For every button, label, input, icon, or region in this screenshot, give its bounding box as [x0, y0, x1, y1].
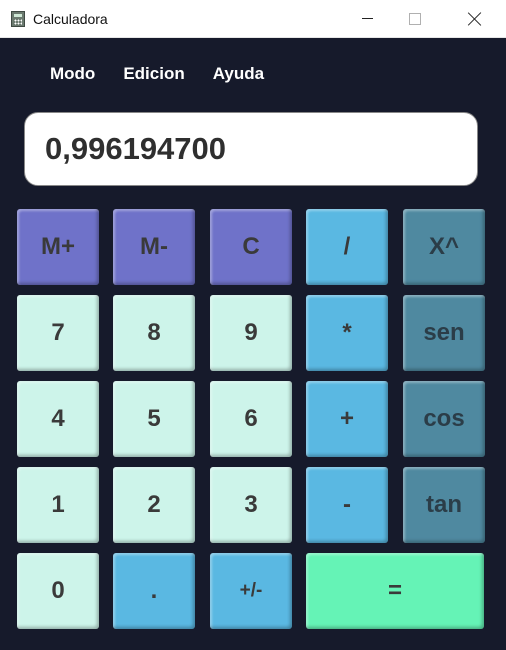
digit-3-button[interactable]: 3	[210, 467, 292, 543]
title-bar: Calculadora	[0, 0, 506, 38]
menu-bar: Modo Edicion Ayuda	[50, 64, 264, 84]
display-value: 0,996194700	[45, 131, 227, 166]
memory-subtract-button[interactable]: M-	[113, 209, 195, 285]
digit-1-button[interactable]: 1	[17, 467, 99, 543]
digit-0-button[interactable]: 0	[17, 553, 99, 629]
digit-5-button[interactable]: 5	[113, 381, 195, 457]
digit-7-button[interactable]: 7	[17, 295, 99, 371]
digit-6-button[interactable]: 6	[210, 381, 292, 457]
calculator-window: Calculadora Modo Edicion Ayuda 0,9961947…	[0, 0, 506, 650]
close-icon	[468, 12, 482, 26]
window-title: Calculadora	[33, 11, 108, 27]
digit-9-button[interactable]: 9	[210, 295, 292, 371]
power-button[interactable]: X^	[403, 209, 485, 285]
sign-toggle-button[interactable]: +/-	[210, 553, 292, 629]
tangent-button[interactable]: tan	[403, 467, 485, 543]
digit-4-button[interactable]: 4	[17, 381, 99, 457]
close-button[interactable]	[452, 0, 498, 37]
multiply-button[interactable]: *	[306, 295, 388, 371]
maximize-icon	[409, 12, 421, 25]
memory-add-button[interactable]: M+	[17, 209, 99, 285]
minimize-icon	[361, 18, 373, 19]
maximize-button[interactable]	[392, 0, 438, 37]
menu-item-modo[interactable]: Modo	[50, 64, 95, 84]
digit-2-button[interactable]: 2	[113, 467, 195, 543]
add-button[interactable]: +	[306, 381, 388, 457]
sine-button[interactable]: sen	[403, 295, 485, 371]
menu-item-ayuda[interactable]: Ayuda	[213, 64, 264, 84]
divide-button[interactable]: /	[306, 209, 388, 285]
minimize-button[interactable]	[344, 0, 390, 37]
decimal-point-button[interactable]: .	[113, 553, 195, 629]
equals-button[interactable]: =	[306, 553, 484, 629]
cosine-button[interactable]: cos	[403, 381, 485, 457]
digit-8-button[interactable]: 8	[113, 295, 195, 371]
menu-item-edicion[interactable]: Edicion	[123, 64, 184, 84]
calculator-icon	[11, 11, 25, 27]
clear-button[interactable]: C	[210, 209, 292, 285]
subtract-button[interactable]: -	[306, 467, 388, 543]
calculator-display: 0,996194700	[24, 112, 478, 186]
